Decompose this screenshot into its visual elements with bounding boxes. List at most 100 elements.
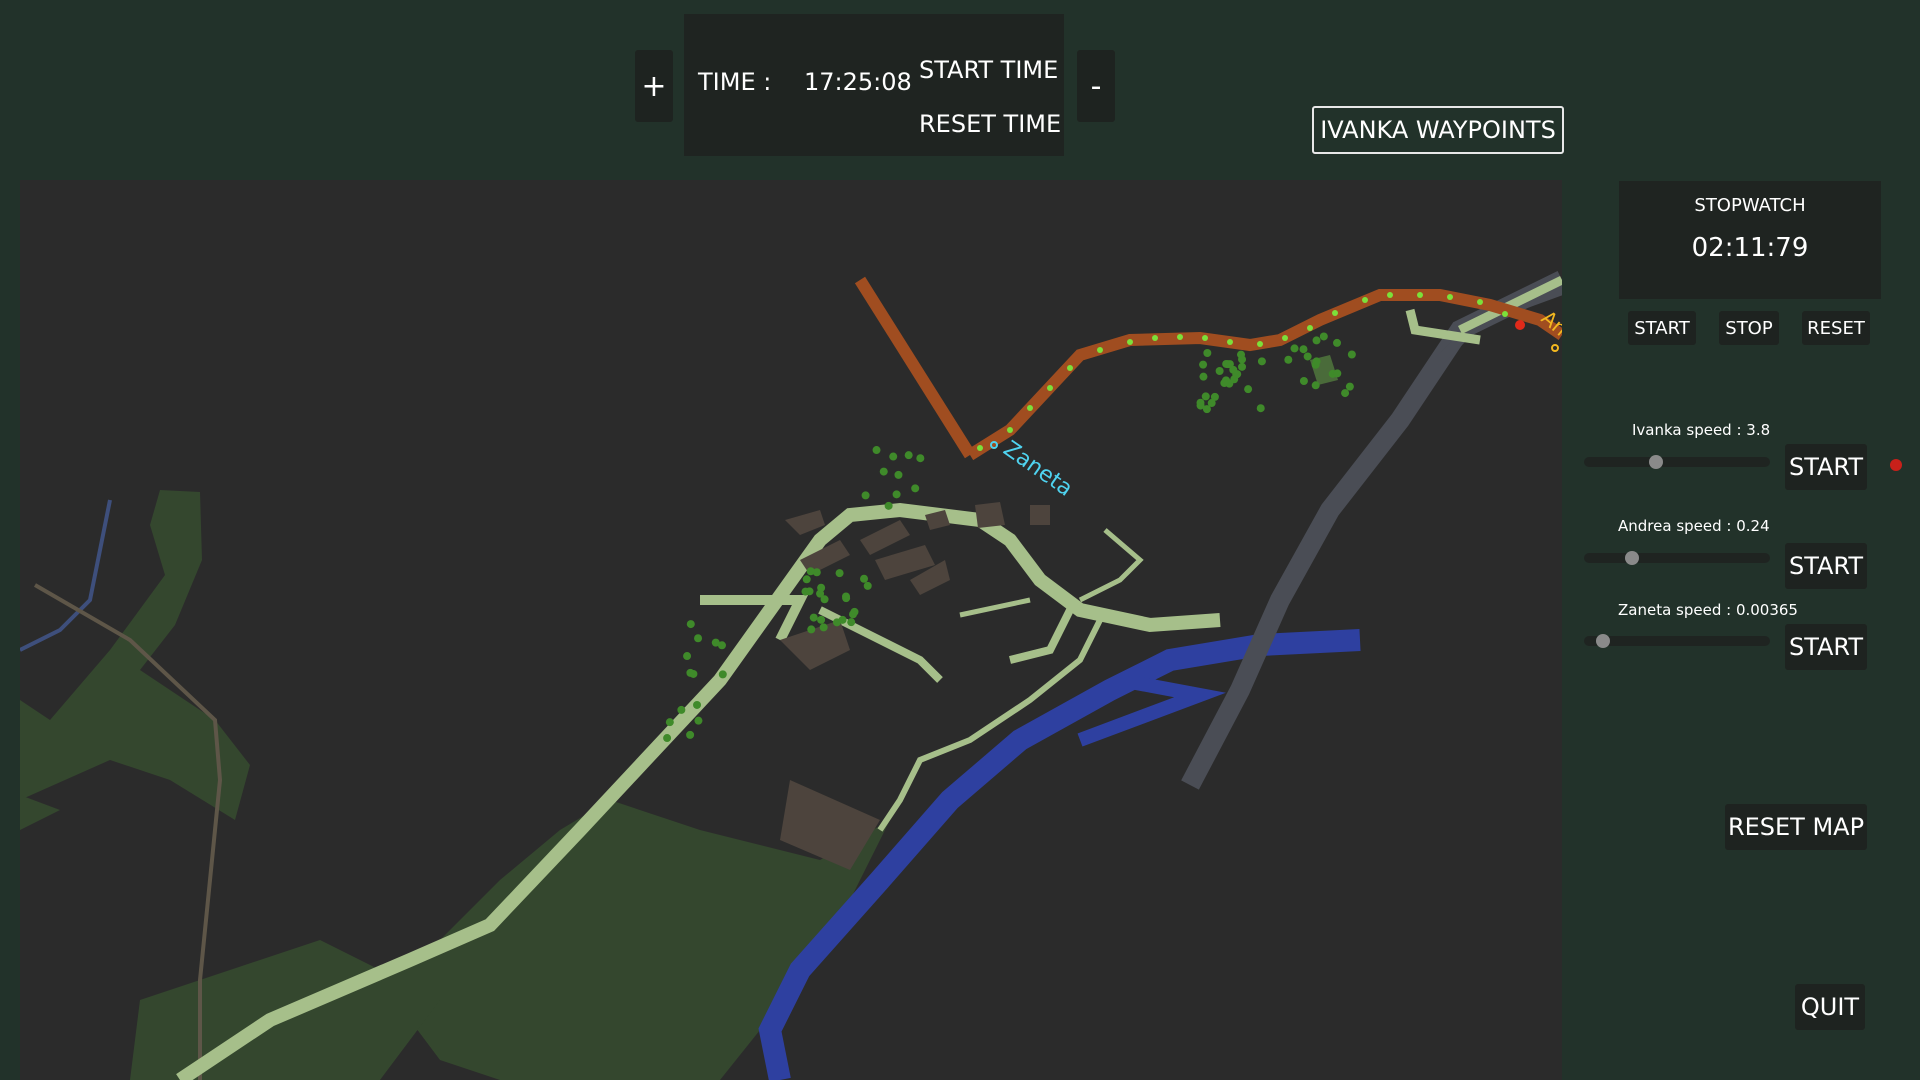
tree — [1290, 344, 1299, 353]
tree — [1341, 389, 1350, 398]
tree — [693, 700, 702, 709]
tree — [1199, 360, 1208, 369]
waypoint-dot — [1447, 294, 1453, 300]
tree — [916, 454, 925, 463]
tree — [911, 484, 920, 493]
andrea-slider-knob[interactable] — [1625, 551, 1640, 565]
tree — [1196, 401, 1205, 410]
tree — [805, 587, 814, 596]
andrea-start-button[interactable]: START — [1785, 543, 1867, 589]
building — [975, 502, 1005, 528]
time-plus-button[interactable]: + — [635, 50, 673, 122]
tree — [1333, 338, 1342, 347]
tree — [847, 618, 856, 627]
tree — [889, 452, 898, 461]
orange-spur — [854, 276, 976, 459]
tree — [663, 734, 672, 743]
waypoint-dot — [977, 445, 983, 451]
waypoint-dot — [1362, 297, 1368, 303]
waypoint-dot — [1282, 335, 1288, 341]
zaneta-label: Zaneta — [999, 436, 1077, 501]
waypoint-dot — [1067, 365, 1073, 371]
tree — [904, 451, 913, 460]
tree — [1347, 350, 1356, 359]
building — [785, 510, 825, 535]
tree — [689, 669, 698, 678]
quit-button[interactable]: QUIT — [1795, 984, 1865, 1030]
andrea-speed-slider[interactable] — [1584, 551, 1770, 565]
reset-map-button[interactable]: RESET MAP — [1725, 804, 1867, 850]
andrea-start-label: START — [1788, 552, 1864, 580]
ivanka-waypoints-button[interactable]: IVANKA WAYPOINTS — [1312, 106, 1564, 154]
waypoint-dot — [1097, 347, 1103, 353]
tree — [809, 613, 818, 622]
time-value: 17:25:08 — [804, 68, 912, 96]
tree — [1257, 357, 1266, 366]
tree — [817, 583, 826, 592]
waypoint-dot — [1007, 427, 1013, 433]
waypoint-dot — [1257, 341, 1263, 347]
waypoint-dot — [1027, 405, 1033, 411]
tree — [835, 569, 844, 578]
tree — [1215, 367, 1224, 376]
tree — [1299, 376, 1308, 385]
stopwatch-start-label: START — [1634, 317, 1690, 339]
waypoint-dot — [1202, 335, 1208, 341]
forest-area — [20, 490, 250, 820]
ivanka-status-dot — [1890, 459, 1902, 471]
zaneta-speed-slider[interactable] — [1584, 634, 1770, 648]
ivanka-slider-knob[interactable] — [1649, 455, 1664, 469]
tree — [879, 467, 888, 476]
building — [1030, 505, 1050, 525]
stopwatch-stop-button[interactable]: STOP — [1719, 311, 1779, 345]
stopwatch-start-button[interactable]: START — [1628, 311, 1696, 345]
waypoint-dot — [1227, 339, 1233, 345]
tree — [1199, 372, 1208, 381]
zaneta-slider-knob[interactable] — [1596, 634, 1611, 648]
tree — [884, 501, 893, 510]
zaneta-start-button[interactable]: START — [1785, 624, 1867, 670]
reset-time-button[interactable]: RESET TIME — [919, 110, 1061, 138]
tree — [894, 470, 903, 479]
waypoint-dot — [1177, 334, 1183, 340]
ivanka-speed-slider[interactable] — [1584, 455, 1770, 469]
andrea-speed-label: Andrea speed : 0.24 — [1618, 517, 1770, 535]
tree — [1345, 382, 1354, 391]
tree — [1299, 345, 1308, 354]
plus-label: + — [641, 68, 667, 104]
agent-marker-andrea — [1551, 344, 1559, 352]
tree — [1312, 336, 1321, 345]
start-time-button[interactable]: START TIME — [919, 56, 1058, 84]
tree — [1238, 355, 1247, 364]
tree — [718, 670, 727, 679]
tree — [1311, 381, 1320, 390]
time-minus-button[interactable]: - — [1077, 50, 1115, 122]
tree — [1201, 392, 1210, 401]
tree — [802, 575, 811, 584]
time-panel: TIME : 17:25:08 START TIME RESET TIME — [684, 14, 1064, 156]
tree — [807, 625, 816, 634]
tree — [819, 623, 828, 632]
tree — [686, 620, 695, 629]
tree — [1312, 357, 1321, 366]
tree — [860, 574, 869, 583]
ivanka-start-button[interactable]: START — [1785, 444, 1867, 490]
tree — [1233, 370, 1242, 379]
stopwatch-reset-button[interactable]: RESET — [1802, 311, 1870, 345]
time-label: TIME : — [698, 68, 772, 96]
map-view[interactable]: Zaneta Andrea — [20, 180, 1562, 1080]
tree — [1284, 355, 1293, 364]
stopwatch-title: STOPWATCH — [1694, 195, 1806, 216]
highway — [1181, 271, 1562, 790]
side-road — [1009, 608, 1074, 664]
ivanka-speed-label: Ivanka speed : 3.8 — [1632, 421, 1771, 439]
tree — [892, 490, 901, 499]
zaneta-start-label: START — [1788, 633, 1864, 661]
map-canvas[interactable]: Zaneta Andrea — [20, 180, 1562, 1080]
tree — [817, 615, 826, 624]
tree — [665, 718, 674, 727]
side-road — [1078, 528, 1144, 603]
ivanka-start-label: START — [1788, 453, 1864, 481]
zaneta-speed-label: Zaneta speed : 0.00365 — [1618, 601, 1798, 619]
tree — [820, 595, 829, 604]
